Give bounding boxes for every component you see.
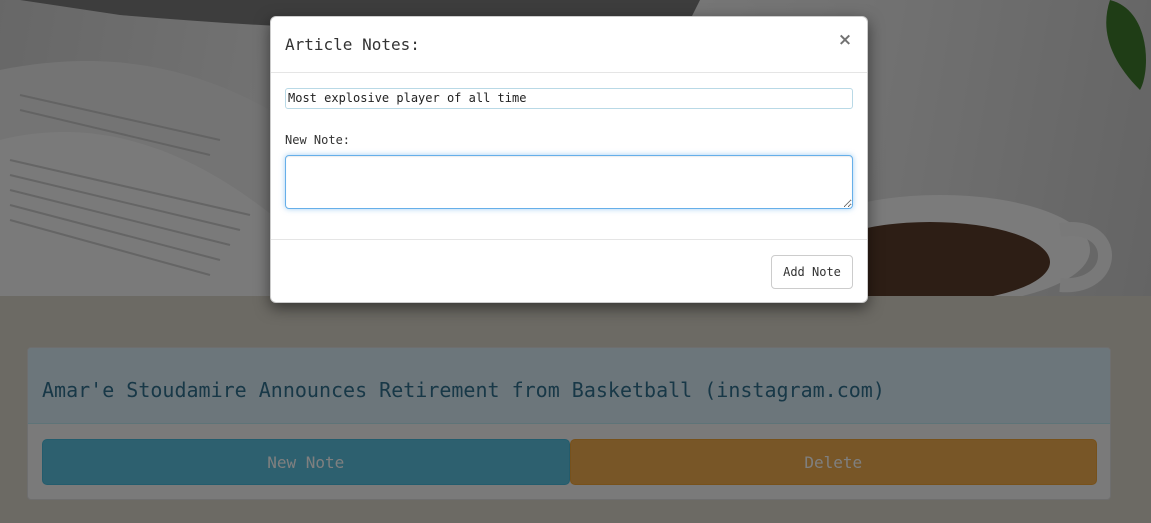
modal-title: Article Notes: bbox=[285, 35, 420, 54]
modal-body: Most explosive player of all time New No… bbox=[271, 73, 867, 239]
modal-footer: Add Note bbox=[271, 239, 867, 303]
add-note-button[interactable]: Add Note bbox=[771, 255, 853, 289]
modal-header: Article Notes: × bbox=[271, 17, 867, 73]
existing-note: Most explosive player of all time bbox=[285, 88, 853, 109]
new-note-textarea[interactable] bbox=[285, 155, 853, 209]
close-icon[interactable]: × bbox=[837, 29, 853, 51]
notes-modal: Article Notes: × Most explosive player o… bbox=[270, 16, 868, 303]
new-note-label: New Note: bbox=[285, 133, 351, 147]
